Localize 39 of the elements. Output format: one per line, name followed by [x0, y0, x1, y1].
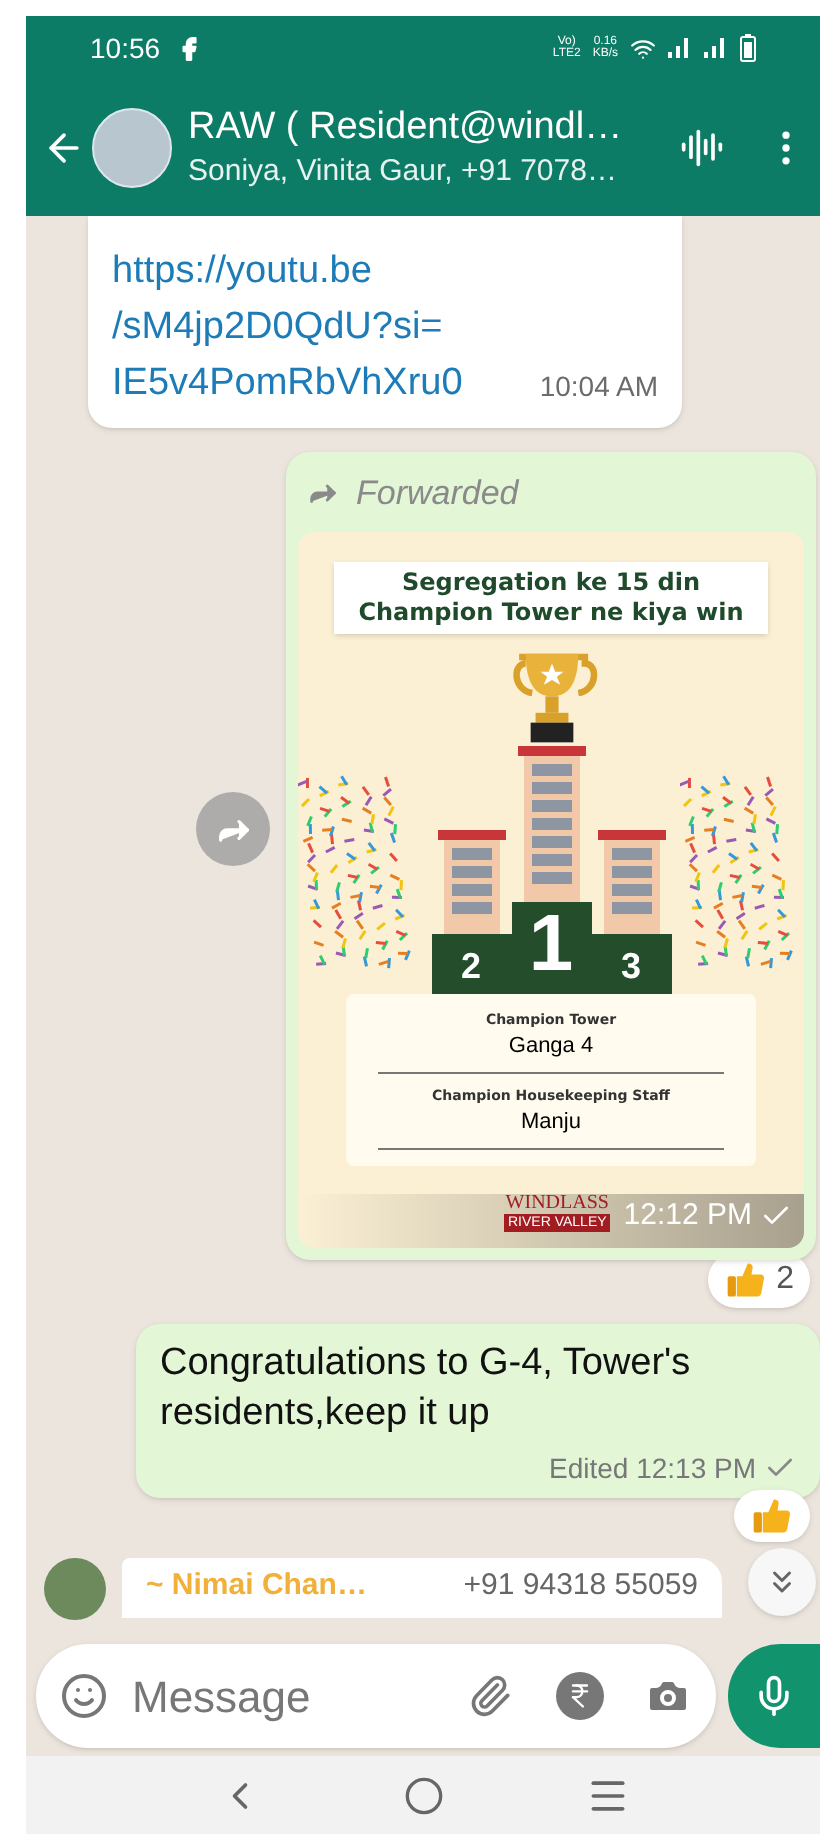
building-icon [597, 829, 665, 933]
group-avatar[interactable] [92, 108, 172, 188]
status-time: 10:56 [90, 29, 161, 67]
message-link[interactable]: https://youtu.be /sM4jp2D0QdU?si= IE5v4PomRbVhXru0 [112, 244, 463, 412]
wifi-icon [630, 35, 656, 61]
building-icon [437, 829, 505, 933]
field-value: Ganga 4 [508, 1032, 594, 1062]
voice-call-icon[interactable] [680, 126, 724, 170]
chat-subtitle: Soniya, Vinita Gaur, +91 7078… [188, 152, 619, 192]
field-value: Manju [521, 1108, 581, 1138]
reaction-count: 2 [776, 1259, 794, 1299]
attach-icon[interactable] [468, 1674, 513, 1718]
place-number: 1 [528, 897, 574, 991]
battery-icon [740, 34, 756, 62]
rupee-icon[interactable] [556, 1672, 605, 1720]
forward-button[interactable] [196, 792, 270, 866]
heading-text: Champion Tower ne kiya win [358, 597, 744, 627]
emoji-icon[interactable] [60, 1672, 108, 1720]
place-number: 2 [460, 943, 481, 989]
reaction-chip[interactable] [734, 1489, 810, 1541]
home-nav-icon[interactable] [403, 1775, 443, 1815]
building-icon [517, 745, 585, 901]
message-input[interactable]: Message [36, 1644, 717, 1748]
forwarded-label: Forwarded [356, 472, 519, 516]
scroll-down-button[interactable] [748, 1548, 816, 1616]
message-time: Edited 12:13 PM [548, 1449, 756, 1487]
mic-button[interactable] [728, 1644, 820, 1748]
input-placeholder: Message [132, 1669, 311, 1726]
logo-name: WINDLASS [505, 1193, 609, 1213]
chat-title[interactable]: RAW ( Resident@windl… [188, 104, 664, 152]
sender-phone: +91 94318 55059 [463, 1566, 698, 1607]
heading-text: Segregation ke 15 din [401, 567, 700, 597]
signal-icon [704, 38, 728, 58]
signal-icon [668, 38, 692, 58]
place-number: 3 [620, 943, 641, 989]
message-time: 10:04 AM [539, 368, 658, 406]
avatar-placeholder[interactable] [44, 1557, 106, 1619]
message-time: 12:12 PM [623, 1196, 752, 1236]
message-text: Congratulations to G-4, Tower's residents,keep it up [160, 1339, 693, 1437]
